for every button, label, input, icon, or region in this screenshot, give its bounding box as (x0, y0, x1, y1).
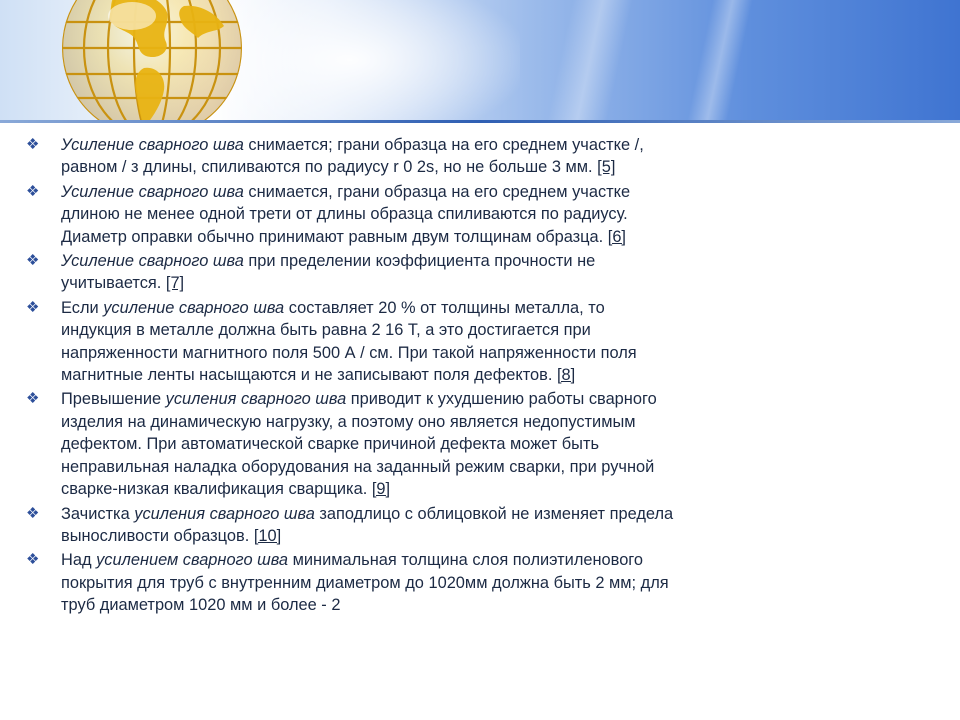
bullet-item: ❖ Превышение усиления сварного шва приво… (26, 388, 676, 500)
term-italic: Усиление сварного шва (61, 136, 244, 154)
reference-link[interactable]: [9] (372, 480, 390, 498)
diamond-cluster-bullet-icon: ❖ (26, 182, 40, 200)
slide-header-banner (0, 0, 960, 120)
reference-link[interactable]: [6] (608, 228, 626, 246)
reference-link[interactable]: [5] (597, 158, 615, 176)
diamond-cluster-bullet-icon: ❖ (26, 136, 40, 153)
header-light-streak (547, 0, 633, 120)
item-text: Зачистка усиления сварного шва заподлицо… (61, 505, 673, 545)
bullet-item: ❖ Над усилением сварного шва минимальная… (26, 549, 676, 616)
item-text: Усиление сварного шва при пределении коэ… (61, 252, 595, 292)
text-segment: Если (61, 298, 104, 317)
diamond-cluster-bullet-icon: ❖ (26, 551, 40, 569)
item-text: Над усилением сварного шва минимальная т… (61, 551, 669, 614)
reference-link[interactable]: [10] (254, 527, 281, 545)
item-text: Усиление сварного шва снимается, грани о… (61, 183, 630, 246)
bullet-item: ❖ Усиление сварного шва снимается; грани… (26, 134, 676, 179)
text-segment: Над (61, 551, 97, 570)
term-italic: Усиление сварного шва (61, 182, 244, 201)
bullet-item: ❖ Усиление сварного шва снимается, грани… (26, 181, 676, 248)
term-italic: Усиление сварного шва (61, 252, 244, 271)
term-italic: усиление сварного шва (103, 298, 285, 317)
diamond-cluster-bullet-icon: ❖ (26, 252, 40, 270)
bullet-item: ❖ Зачистка усиления сварного шва заподли… (26, 503, 676, 548)
item-text: Превышение усиления сварного шва приводи… (61, 390, 657, 498)
diamond-cluster-bullet-icon: ❖ (26, 504, 40, 522)
header-light-streak (687, 0, 753, 120)
bullet-item: ❖ Если усиление сварного шва составляет … (26, 297, 676, 387)
term-italic: усиления сварного шва (165, 390, 347, 409)
item-text: Усиление сварного шва снимается; грани о… (61, 136, 644, 176)
text-segment: Превышение (61, 390, 166, 409)
reference-link[interactable]: [7] (166, 274, 184, 292)
term-italic: усиления сварного шва (134, 504, 315, 523)
reference-link[interactable]: [8] (557, 366, 575, 384)
bullet-list: ❖ Усиление сварного шва снимается; грани… (26, 134, 676, 619)
term-italic: усилением сварного шва (96, 551, 289, 570)
diamond-cluster-bullet-icon: ❖ (26, 390, 40, 408)
golden-globe-icon (62, 0, 242, 120)
diamond-cluster-bullet-icon: ❖ (26, 298, 40, 316)
bullet-item: ❖ Усиление сварного шва при пределении к… (26, 250, 676, 295)
header-divider-line (0, 120, 960, 123)
text-segment: Зачистка (61, 504, 135, 523)
item-text: Если усиление сварного шва составляет 20… (61, 299, 637, 384)
